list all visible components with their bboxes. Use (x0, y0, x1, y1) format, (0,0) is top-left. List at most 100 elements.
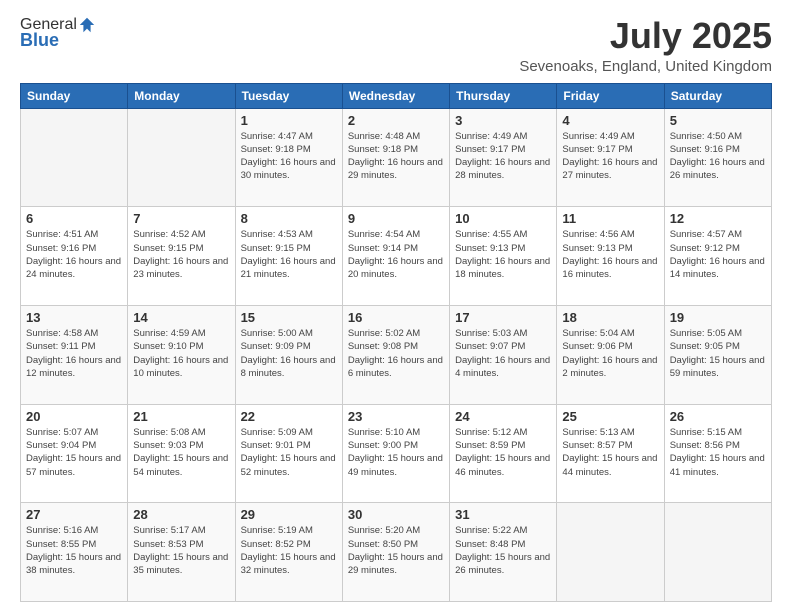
main-title: July 2025 (519, 16, 772, 56)
table-row (21, 108, 128, 207)
table-row (128, 108, 235, 207)
table-row: 10 Sunrise: 4:55 AMSunset: 9:13 PMDayligh… (450, 207, 557, 306)
day-info: Sunrise: 4:52 AMSunset: 9:15 PMDaylight:… (133, 228, 229, 281)
day-number: 12 (670, 211, 766, 226)
table-row: 28 Sunrise: 5:17 AMSunset: 8:53 PMDayligh… (128, 503, 235, 602)
day-number: 8 (241, 211, 337, 226)
day-info: Sunrise: 4:59 AMSunset: 9:10 PMDaylight:… (133, 327, 229, 380)
calendar-week-row: 6 Sunrise: 4:51 AMSunset: 9:16 PMDaylight… (21, 207, 772, 306)
table-row: 6 Sunrise: 4:51 AMSunset: 9:16 PMDaylight… (21, 207, 128, 306)
day-info: Sunrise: 4:57 AMSunset: 9:12 PMDaylight:… (670, 228, 766, 281)
col-wednesday: Wednesday (342, 83, 449, 108)
day-number: 16 (348, 310, 444, 325)
table-row: 8 Sunrise: 4:53 AMSunset: 9:15 PMDaylight… (235, 207, 342, 306)
table-row: 15Sunrise: 5:00 AMSunset: 9:09 PMDayligh… (235, 305, 342, 404)
day-info: Sunrise: 5:02 AMSunset: 9:08 PMDaylight:… (348, 327, 444, 380)
col-saturday: Saturday (664, 83, 771, 108)
calendar-week-row: 27 Sunrise: 5:16 AMSunset: 8:55 PMDayligh… (21, 503, 772, 602)
title-section: July 2025 Sevenoaks, England, United Kin… (519, 16, 772, 75)
day-number: 9 (348, 211, 444, 226)
col-thursday: Thursday (450, 83, 557, 108)
table-row: 4 Sunrise: 4:49 AMSunset: 9:17 PMDaylight… (557, 108, 664, 207)
table-row: 1Sunrise: 4:47 AMSunset: 9:18 PMDaylight… (235, 108, 342, 207)
table-row: 18 Sunrise: 5:04 AMSunset: 9:06 PMDayligh… (557, 305, 664, 404)
day-info: Sunrise: 5:07 AMSunset: 9:04 PMDaylight:… (26, 426, 122, 479)
day-info: Sunrise: 5:04 AMSunset: 9:06 PMDaylight:… (562, 327, 658, 380)
day-info: Sunrise: 5:19 AMSunset: 8:52 PMDaylight:… (241, 524, 337, 577)
day-number: 30 (348, 507, 444, 522)
table-row (557, 503, 664, 602)
table-row: 3 Sunrise: 4:49 AMSunset: 9:17 PMDaylight… (450, 108, 557, 207)
day-info: Sunrise: 4:50 AMSunset: 9:16 PMDaylight:… (670, 130, 766, 183)
table-row: 29 Sunrise: 5:19 AMSunset: 8:52 PMDayligh… (235, 503, 342, 602)
col-friday: Friday (557, 83, 664, 108)
day-info: Sunrise: 5:22 AMSunset: 8:48 PMDaylight:… (455, 524, 551, 577)
day-number: 25 (562, 409, 658, 424)
day-info: Sunrise: 4:48 AMSunset: 9:18 PMDaylight:… (348, 130, 444, 183)
day-number: 18 (562, 310, 658, 325)
day-info: Sunrise: 5:15 AMSunset: 8:56 PMDaylight:… (670, 426, 766, 479)
day-info: Sunrise: 4:49 AMSunset: 9:17 PMDaylight:… (455, 130, 551, 183)
day-number: 29 (241, 507, 337, 522)
day-number: 20 (26, 409, 122, 424)
day-number: 4 (562, 113, 658, 128)
day-number: 19 (670, 310, 766, 325)
table-row (664, 503, 771, 602)
day-info: Sunrise: 5:12 AMSunset: 8:59 PMDaylight:… (455, 426, 551, 479)
day-info: Sunrise: 4:49 AMSunset: 9:17 PMDaylight:… (562, 130, 658, 183)
day-number: 3 (455, 113, 551, 128)
day-info: Sunrise: 5:10 AMSunset: 9:00 PMDaylight:… (348, 426, 444, 479)
day-info: Sunrise: 5:09 AMSunset: 9:01 PMDaylight:… (241, 426, 337, 479)
logo: General Blue (20, 16, 97, 51)
table-row: 21Sunrise: 5:08 AMSunset: 9:03 PMDayligh… (128, 404, 235, 503)
day-info: Sunrise: 4:58 AMSunset: 9:11 PMDaylight:… (26, 327, 122, 380)
table-row: 9 Sunrise: 4:54 AMSunset: 9:14 PMDaylight… (342, 207, 449, 306)
table-row: 30 Sunrise: 5:20 AMSunset: 8:50 PMDayligh… (342, 503, 449, 602)
table-row: 23Sunrise: 5:10 AMSunset: 9:00 PMDayligh… (342, 404, 449, 503)
day-info: Sunrise: 5:13 AMSunset: 8:57 PMDaylight:… (562, 426, 658, 479)
day-number: 10 (455, 211, 551, 226)
header: General Blue July 2025 Sevenoaks, Englan… (20, 16, 772, 75)
day-number: 15 (241, 310, 337, 325)
day-number: 2 (348, 113, 444, 128)
day-number: 27 (26, 507, 122, 522)
day-number: 31 (455, 507, 551, 522)
day-info: Sunrise: 4:53 AMSunset: 9:15 PMDaylight:… (241, 228, 337, 281)
day-info: Sunrise: 4:55 AMSunset: 9:13 PMDaylight:… (455, 228, 551, 281)
day-info: Sunrise: 4:56 AMSunset: 9:13 PMDaylight:… (562, 228, 658, 281)
table-row: 22 Sunrise: 5:09 AMSunset: 9:01 PMDayligh… (235, 404, 342, 503)
day-info: Sunrise: 4:47 AMSunset: 9:18 PMDaylight:… (241, 130, 337, 183)
table-row: 16 Sunrise: 5:02 AMSunset: 9:08 PMDayligh… (342, 305, 449, 404)
table-row: 26Sunrise: 5:15 AMSunset: 8:56 PMDayligh… (664, 404, 771, 503)
day-info: Sunrise: 5:16 AMSunset: 8:55 PMDaylight:… (26, 524, 122, 577)
day-info: Sunrise: 5:20 AMSunset: 8:50 PMDaylight:… (348, 524, 444, 577)
table-row: 25 Sunrise: 5:13 AMSunset: 8:57 PMDayligh… (557, 404, 664, 503)
day-number: 6 (26, 211, 122, 226)
day-number: 5 (670, 113, 766, 128)
day-number: 22 (241, 409, 337, 424)
day-info: Sunrise: 4:51 AMSunset: 9:16 PMDaylight:… (26, 228, 122, 281)
table-row: 20 Sunrise: 5:07 AMSunset: 9:04 PMDayligh… (21, 404, 128, 503)
day-number: 11 (562, 211, 658, 226)
table-row: 31 Sunrise: 5:22 AMSunset: 8:48 PMDayligh… (450, 503, 557, 602)
day-info: Sunrise: 4:54 AMSunset: 9:14 PMDaylight:… (348, 228, 444, 281)
table-row: 13 Sunrise: 4:58 AMSunset: 9:11 PMDayligh… (21, 305, 128, 404)
table-row: 17Sunrise: 5:03 AMSunset: 9:07 PMDayligh… (450, 305, 557, 404)
calendar: Sunday Monday Tuesday Wednesday Thursday… (20, 83, 772, 602)
subtitle: Sevenoaks, England, United Kingdom (519, 58, 772, 75)
calendar-week-row: 13 Sunrise: 4:58 AMSunset: 9:11 PMDayligh… (21, 305, 772, 404)
day-number: 7 (133, 211, 229, 226)
logo-blue-text: Blue (20, 30, 59, 51)
day-number: 24 (455, 409, 551, 424)
day-number: 28 (133, 507, 229, 522)
logo-icon (78, 16, 96, 34)
day-number: 13 (26, 310, 122, 325)
col-monday: Monday (128, 83, 235, 108)
table-row: 12 Sunrise: 4:57 AMSunset: 9:12 PMDayligh… (664, 207, 771, 306)
day-number: 21 (133, 409, 229, 424)
day-number: 17 (455, 310, 551, 325)
calendar-header-row: Sunday Monday Tuesday Wednesday Thursday… (21, 83, 772, 108)
day-info: Sunrise: 5:17 AMSunset: 8:53 PMDaylight:… (133, 524, 229, 577)
day-number: 14 (133, 310, 229, 325)
table-row: 27 Sunrise: 5:16 AMSunset: 8:55 PMDayligh… (21, 503, 128, 602)
